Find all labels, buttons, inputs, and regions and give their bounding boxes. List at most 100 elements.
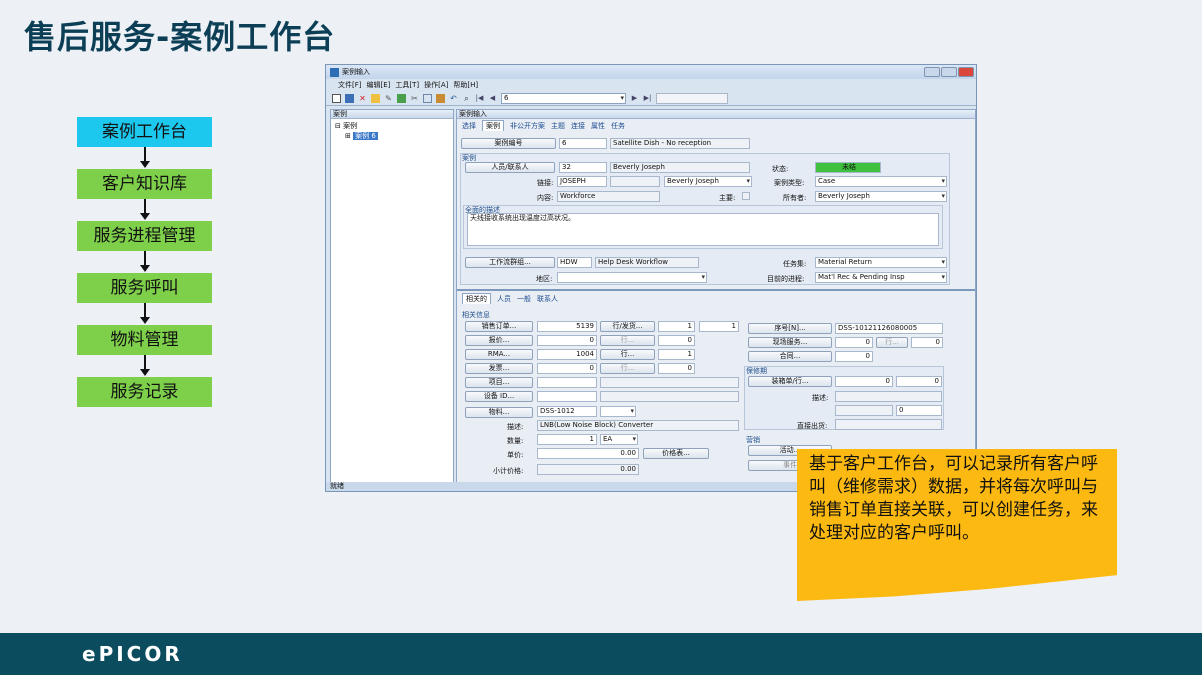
price-list-button[interactable]: 价格表... (643, 448, 709, 459)
invoice-line-field[interactable]: 0 (658, 363, 695, 374)
menu-edit[interactable]: 编辑[E] (367, 80, 391, 90)
serial-number-field[interactable]: DSS-10121126080005 (835, 323, 943, 334)
case-number-field[interactable]: 6 (559, 138, 607, 149)
record-navigator[interactable]: 6 (501, 92, 626, 104)
undo-icon[interactable]: ↶ (449, 94, 458, 103)
splitter[interactable] (457, 289, 975, 291)
tab-private-solution[interactable]: 非公开方案 (510, 121, 545, 131)
tab-people[interactable]: 人员 (497, 294, 511, 304)
attach-icon[interactable]: ✎ (384, 94, 393, 103)
case-type-dropdown[interactable]: Case (815, 176, 947, 187)
related-tabs: 相关的 人员 一般 联系人 (457, 292, 558, 304)
case-number-button[interactable]: 案例编号 (461, 138, 556, 149)
sales-order-button[interactable]: 销售订单... (465, 321, 533, 332)
quote-field[interactable]: 0 (537, 335, 597, 346)
quantity-field[interactable]: 1 (537, 434, 597, 445)
link-name-dropdown[interactable]: Beverly Joseph (664, 176, 752, 187)
kit-field-b[interactable]: 0 (896, 376, 942, 387)
quote-line-field[interactable]: 0 (658, 335, 695, 346)
quote-line-button[interactable]: 行... (600, 335, 655, 346)
new-icon[interactable] (332, 93, 341, 103)
warranty-desc-label: 描述: (812, 394, 829, 402)
next-record-icon[interactable]: ▶ (630, 94, 639, 103)
tab-contacts[interactable]: 联系人 (537, 294, 558, 304)
case-description-field[interactable]: Satellite Dish - No reception (610, 138, 750, 149)
tab-case[interactable]: 案例 (482, 120, 504, 131)
warranty-field-b[interactable]: 0 (896, 405, 942, 416)
menu-tools[interactable]: 工具[T] (395, 80, 419, 90)
delete-icon[interactable]: ✕ (358, 94, 367, 103)
last-record-icon[interactable]: ▶| (643, 94, 652, 103)
rma-button[interactable]: RMA... (465, 349, 533, 360)
equipment-id-field[interactable] (537, 391, 597, 402)
serial-number-button[interactable]: 序号[N]... (748, 323, 832, 334)
close-button[interactable] (958, 67, 974, 77)
contract-button[interactable]: 合同... (748, 351, 832, 362)
invoice-line-button[interactable]: 行... (600, 363, 655, 374)
tree-node-case-6[interactable]: ⊞ 案例 6 (331, 131, 453, 141)
first-record-icon[interactable]: |◀ (475, 94, 484, 103)
save-icon[interactable] (345, 93, 354, 103)
callout-note: 基于客户工作台，可以记录所有客户呼叫（维修需求）数据，并将每次呼叫与销售订单直接… (797, 449, 1117, 601)
tab-tasks[interactable]: 任务 (611, 121, 625, 131)
field-service-line-field[interactable]: 0 (911, 337, 943, 348)
rma-line-field[interactable]: 1 (658, 349, 695, 360)
part-revision-dropdown[interactable] (600, 406, 636, 417)
tab-connect[interactable]: 连接 (571, 121, 585, 131)
workflow-group-button[interactable]: 工作流群组... (465, 257, 555, 268)
tab-related[interactable]: 相关的 (462, 293, 491, 304)
part-field[interactable]: DSS-1012 (537, 406, 597, 417)
task-set-dropdown[interactable]: Material Return (815, 257, 947, 268)
menu-help[interactable]: 帮助[H] (453, 80, 478, 90)
rma-line-button[interactable]: 行... (600, 349, 655, 360)
line-release-button[interactable]: 行/发货... (600, 321, 655, 332)
copy-icon[interactable] (423, 93, 432, 103)
link-field[interactable]: JOSEPH (557, 176, 607, 187)
menu-actions[interactable]: 操作[A] (424, 80, 448, 90)
rma-field[interactable]: 1004 (537, 349, 597, 360)
owner-dropdown[interactable]: Beverly Joseph (815, 191, 947, 202)
prev-record-icon[interactable]: ◀ (488, 94, 497, 103)
uom-dropdown[interactable]: EA (600, 434, 638, 445)
tree-root[interactable]: ⊟ 案例 (331, 119, 453, 131)
tab-select[interactable]: 选择 (462, 121, 476, 131)
sales-order-field[interactable]: 5139 (537, 321, 597, 332)
contract-field[interactable]: 0 (835, 351, 873, 362)
field-service-line-button[interactable]: 行... (876, 337, 908, 348)
quote-button[interactable]: 报价... (465, 335, 533, 346)
project-button[interactable]: 项目... (465, 377, 533, 388)
field-service-field[interactable]: 0 (835, 337, 873, 348)
tab-general[interactable]: 一般 (517, 294, 531, 304)
unit-price-field[interactable]: 0.00 (537, 448, 639, 459)
current-step-dropdown[interactable]: Mat'l Rec & Pending Insp (815, 272, 947, 283)
invoice-field[interactable]: 0 (537, 363, 597, 374)
cut-icon[interactable]: ✂ (410, 94, 419, 103)
window-title: 案例输入 (342, 68, 370, 76)
paste-icon[interactable] (436, 93, 445, 103)
project-field[interactable] (537, 377, 597, 388)
minimize-button[interactable] (924, 67, 940, 77)
secondary-dropdown[interactable] (656, 92, 728, 104)
kit-line-button[interactable]: 装箱单/行... (748, 376, 832, 387)
tab-attributes[interactable]: 属性 (591, 121, 605, 131)
person-id-field[interactable]: 32 (559, 162, 607, 173)
tab-topic[interactable]: 主题 (551, 121, 565, 131)
field-service-button[interactable]: 现场服务... (748, 337, 832, 348)
part-button[interactable]: 物料... (465, 407, 533, 418)
case-tabs: 选择 案例 非公开方案 主题 连接 属性 任务 (457, 119, 975, 131)
menu-file[interactable]: 文件[F] (338, 80, 362, 90)
open-folder-icon[interactable] (371, 93, 380, 103)
full-description-textarea[interactable]: 天线接收系统出现温度过高状况。 (467, 213, 939, 246)
primary-checkbox[interactable] (742, 192, 750, 200)
refresh-icon[interactable] (397, 93, 406, 103)
release-field[interactable]: 1 (699, 321, 739, 332)
maximize-button[interactable] (941, 67, 957, 77)
equipment-id-button[interactable]: 设备 ID... (465, 391, 533, 402)
line-field[interactable]: 1 (658, 321, 695, 332)
invoice-button[interactable]: 发票... (465, 363, 533, 374)
kit-field-a[interactable]: 0 (835, 376, 893, 387)
person-contact-button[interactable]: 人员/联系人 (465, 162, 555, 173)
search-icon[interactable]: ⌕ (462, 94, 471, 103)
region-dropdown[interactable] (557, 272, 707, 283)
workflow-code-field[interactable]: HDW (557, 257, 592, 268)
